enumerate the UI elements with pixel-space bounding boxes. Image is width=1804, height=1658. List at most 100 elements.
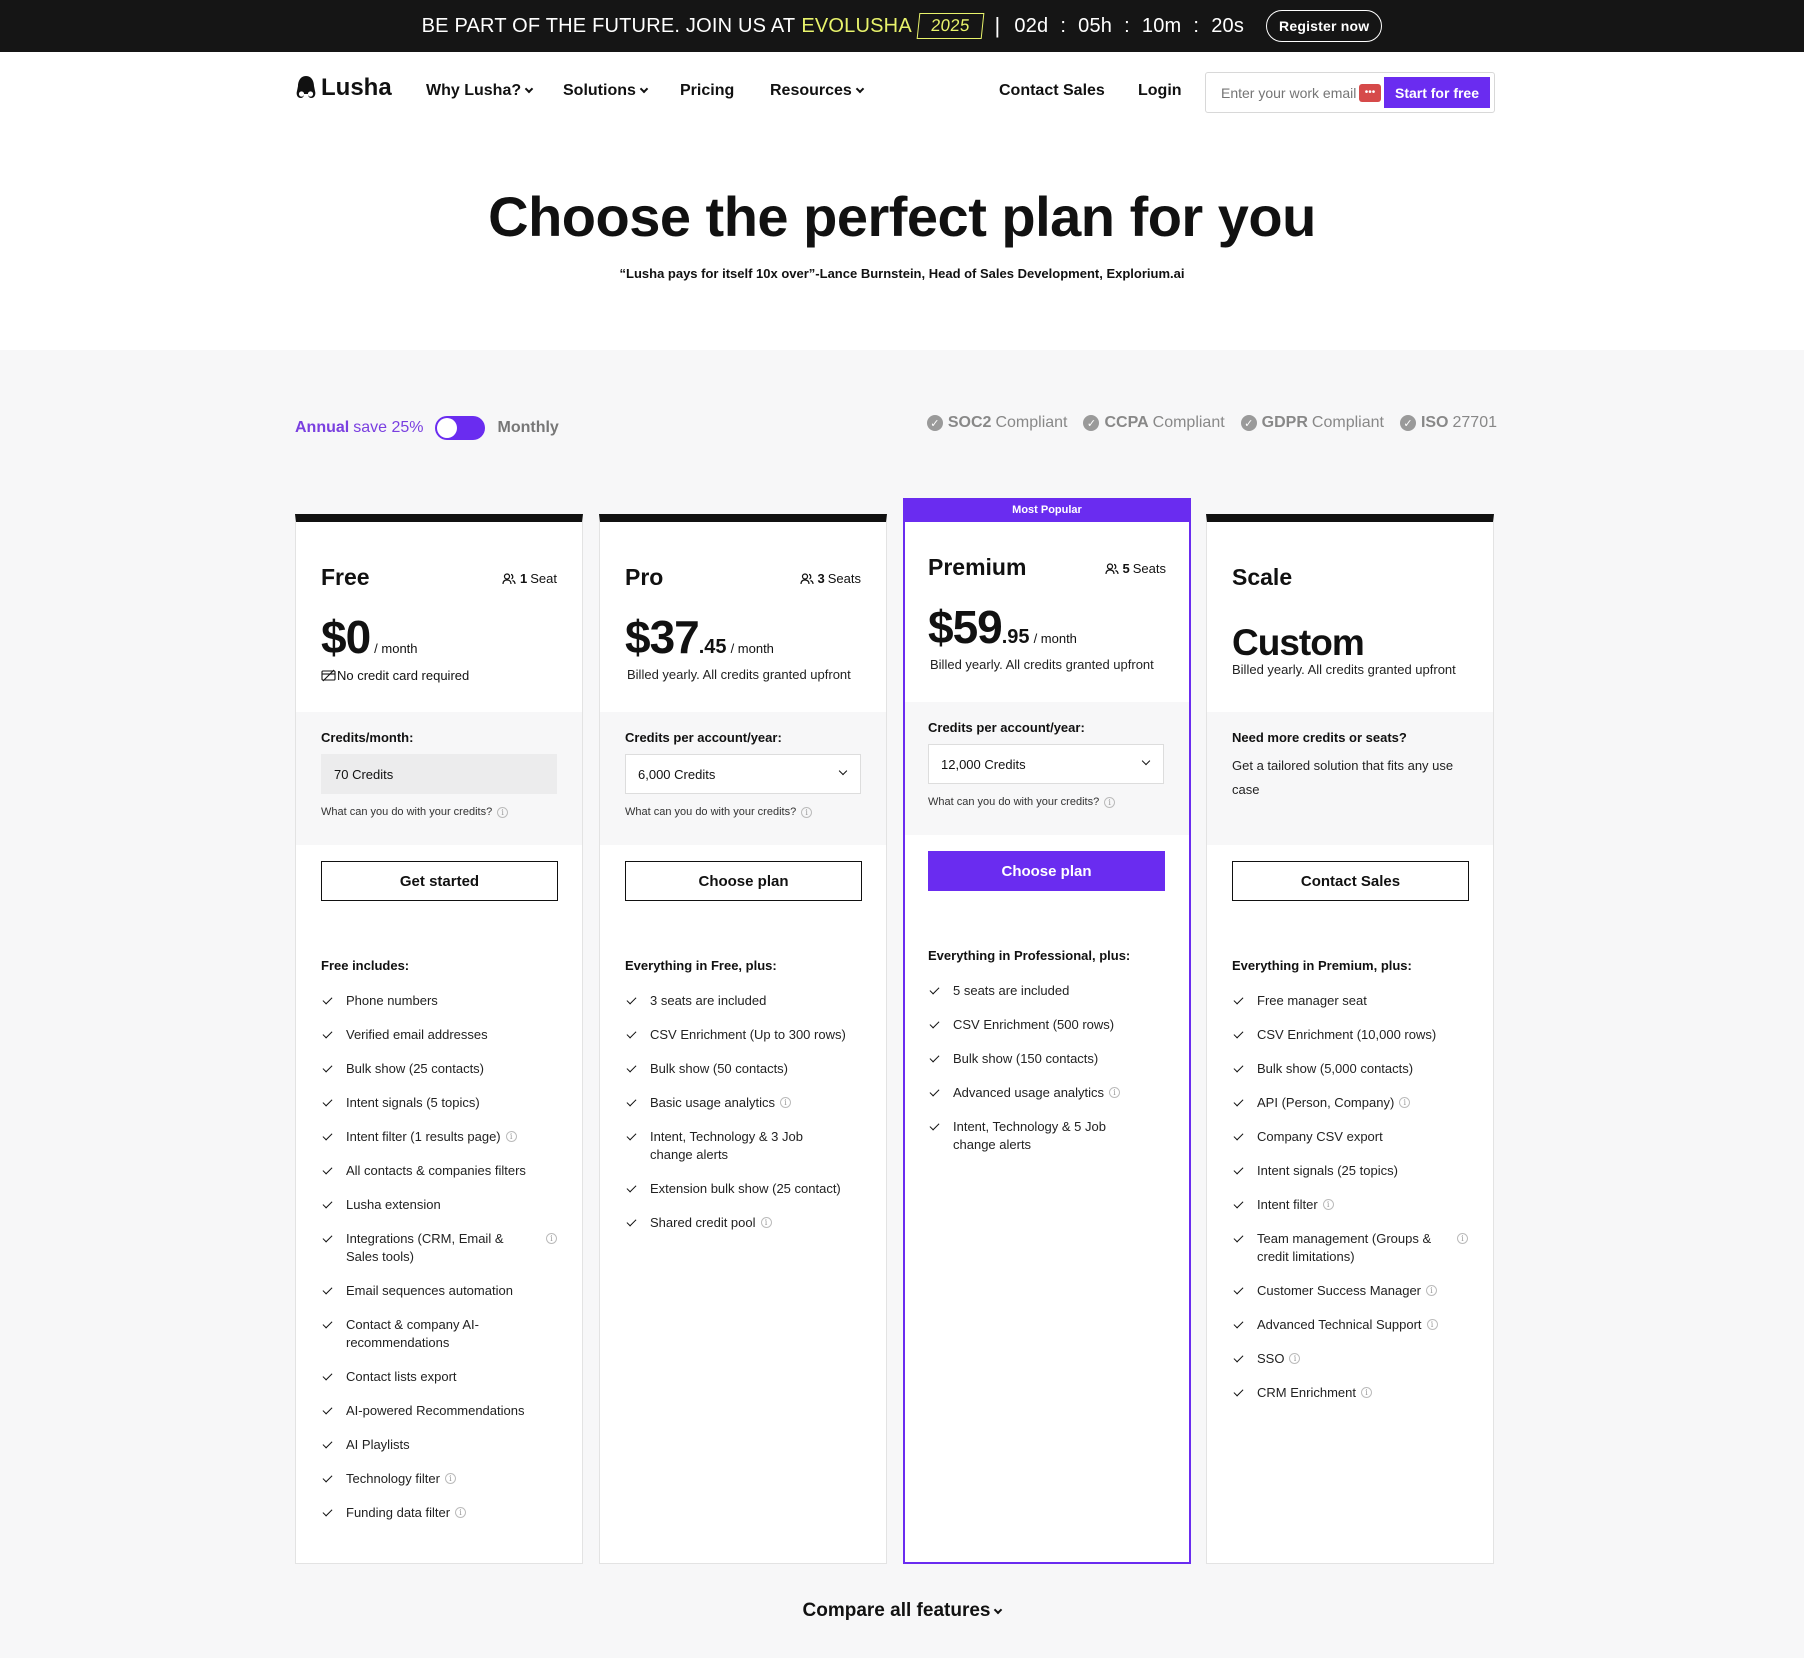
feature-item: All contacts & companies filters <box>321 1162 561 1180</box>
feature-item: API (Person, Company) i <box>1232 1094 1472 1112</box>
nav-contact-sales[interactable]: Contact Sales <box>999 82 1105 100</box>
billing-toggle-group: Annual save 25% Monthly <box>295 416 559 440</box>
feature-text: CSV Enrichment (10,000 rows) <box>1257 1027 1437 1042</box>
iso-badge: ✓ ISO 27701 <box>1399 414 1497 432</box>
plan-price: $0/ month <box>321 610 418 664</box>
check-icon <box>626 994 637 1005</box>
info-icon[interactable]: i <box>801 806 813 818</box>
check-circle-icon: ✓ <box>926 415 943 431</box>
annual-save-label: save 25% <box>353 419 424 436</box>
feature-item: Verified email addresses <box>321 1026 561 1044</box>
logo-text: Lusha <box>321 74 392 101</box>
toggle-knob <box>437 418 458 438</box>
feature-text: Advanced usage analytics <box>953 1085 1105 1100</box>
info-icon[interactable]: i <box>780 1097 792 1108</box>
feature-item: Funding data filter i <box>321 1504 561 1522</box>
info-icon[interactable]: i <box>760 1217 772 1228</box>
start-for-free-button[interactable]: Start for free <box>1384 77 1490 108</box>
choose-plan-button[interactable]: Choose plan <box>625 861 862 901</box>
plan-card-free: Free 1 Seat $0/ month No credit card requ… <box>295 514 583 1564</box>
plan-card-pro: Pro 3 Seats $37.45/ month Billed yearly. … <box>599 514 887 1564</box>
lusha-logo[interactable]: Lusha <box>295 74 392 102</box>
feature-item: Intent signals (25 topics) <box>1232 1162 1472 1180</box>
top-nav: Lusha Why Lusha? Solutions Pricing Resou… <box>0 52 1804 132</box>
nav-why-lusha[interactable]: Why Lusha? <box>426 82 534 100</box>
feature-text: CRM Enrichment <box>1257 1385 1356 1400</box>
feature-list: Free manager seat CSV Enrichment (10,000… <box>1232 992 1472 1418</box>
feature-item: Bulk show (50 contacts) <box>625 1060 865 1078</box>
feature-text: API (Person, Company) <box>1257 1095 1395 1110</box>
info-icon[interactable]: i <box>497 806 509 818</box>
check-icon <box>1233 1130 1244 1141</box>
credits-select[interactable]: 6,000 Credits <box>625 754 861 794</box>
credits-num: 70 <box>334 766 349 782</box>
check-icon <box>1233 1164 1244 1175</box>
chevron-down-icon <box>1141 756 1151 766</box>
choose-plan-button[interactable]: Choose plan <box>928 851 1165 891</box>
info-icon[interactable]: i <box>1426 1285 1438 1296</box>
info-icon[interactable]: i <box>1322 1199 1334 1210</box>
info-icon[interactable]: i <box>1457 1233 1468 1244</box>
price-period: / month <box>374 641 418 656</box>
credits-section: Credits per account/year: 6,000 Credits … <box>600 712 886 845</box>
get-started-button[interactable]: Get started <box>321 861 558 901</box>
nav-pricing[interactable]: Pricing <box>680 82 734 100</box>
billing-note: Billed yearly. All credits granted upfro… <box>627 667 851 682</box>
nav-solutions[interactable]: Solutions <box>563 82 649 100</box>
help-text: What can you do with your credits? <box>928 796 1100 808</box>
feature-text: Email sequences automation <box>346 1283 513 1298</box>
feature-item: CRM Enrichment i <box>1232 1384 1472 1402</box>
badge-label: Compliant <box>1311 414 1384 431</box>
feature-text: Verified email addresses <box>346 1027 488 1042</box>
seats-count: 3 <box>817 571 825 586</box>
info-icon[interactable]: i <box>1104 796 1116 808</box>
info-icon[interactable]: i <box>505 1131 517 1142</box>
feature-item: Advanced Technical Support i <box>1232 1316 1472 1334</box>
info-icon[interactable]: i <box>1360 1387 1372 1398</box>
feature-item: CSV Enrichment (10,000 rows) <box>1232 1026 1472 1044</box>
feature-item: Bulk show (150 contacts) <box>928 1050 1168 1068</box>
help-text: What can you do with your credits? <box>321 806 493 818</box>
compare-all-features-link[interactable]: Compare all features <box>0 1600 1804 1622</box>
check-icon <box>1233 1386 1244 1397</box>
info-icon[interactable]: i <box>1426 1319 1438 1330</box>
gdpr-badge: ✓ GDPR Compliant <box>1240 414 1384 432</box>
feature-item: Integrations (CRM, Email & Sales tools) i <box>321 1230 561 1266</box>
credits-select[interactable]: 12,000 Credits <box>928 744 1164 784</box>
plan-price: $59.95/ month <box>928 600 1077 654</box>
work-email-input[interactable] <box>1221 84 1371 101</box>
info-icon[interactable]: i <box>1109 1087 1121 1098</box>
info-icon[interactable]: i <box>455 1507 467 1518</box>
credits-help-link[interactable]: What can you do with your credits? i <box>928 796 1116 808</box>
feature-item: SSO i <box>1232 1350 1472 1368</box>
info-icon[interactable]: i <box>1289 1353 1301 1364</box>
feature-text: Intent filter <box>1257 1197 1318 1212</box>
tailored-solution-text: Get a tailored solution that fits any us… <box>1232 758 1454 797</box>
price-period: / month <box>1033 631 1077 646</box>
check-icon <box>1233 994 1244 1005</box>
info-icon[interactable]: i <box>444 1473 456 1484</box>
seats-label: Seats <box>827 571 861 586</box>
contact-sales-button[interactable]: Contact Sales <box>1232 861 1469 901</box>
info-icon[interactable]: i <box>1399 1097 1411 1108</box>
help-text: What can you do with your credits? <box>625 806 797 818</box>
billing-period-toggle[interactable] <box>435 416 486 440</box>
feature-item: Technology filter i <box>321 1470 561 1488</box>
annual-label[interactable]: Annual <box>295 419 349 437</box>
nav-login[interactable]: Login <box>1138 82 1182 100</box>
info-icon[interactable]: i <box>546 1233 557 1244</box>
register-now-button[interactable]: Register now <box>1266 10 1383 42</box>
feature-text: CSV Enrichment (500 rows) <box>953 1017 1115 1032</box>
password-manager-icon[interactable]: ••• <box>1359 83 1381 102</box>
nav-resources[interactable]: Resources <box>770 82 865 100</box>
feature-list: 3 seats are included CSV Enrichment (Up … <box>625 992 865 1248</box>
feature-text: SSO <box>1257 1351 1285 1366</box>
price-amount: $0 <box>321 611 371 663</box>
feature-item: Company CSV export <box>1232 1128 1472 1146</box>
feature-text: AI Playlists <box>346 1437 410 1452</box>
credits-help-link[interactable]: What can you do with your credits? i <box>321 806 509 818</box>
note-text: No credit card required <box>337 668 470 683</box>
plan-card-premium: Most Popular Premium 5 Seats $59.95/ mont… <box>903 498 1191 1564</box>
monthly-label[interactable]: Monthly <box>497 419 558 437</box>
credits-help-link[interactable]: What can you do with your credits? i <box>625 806 813 818</box>
